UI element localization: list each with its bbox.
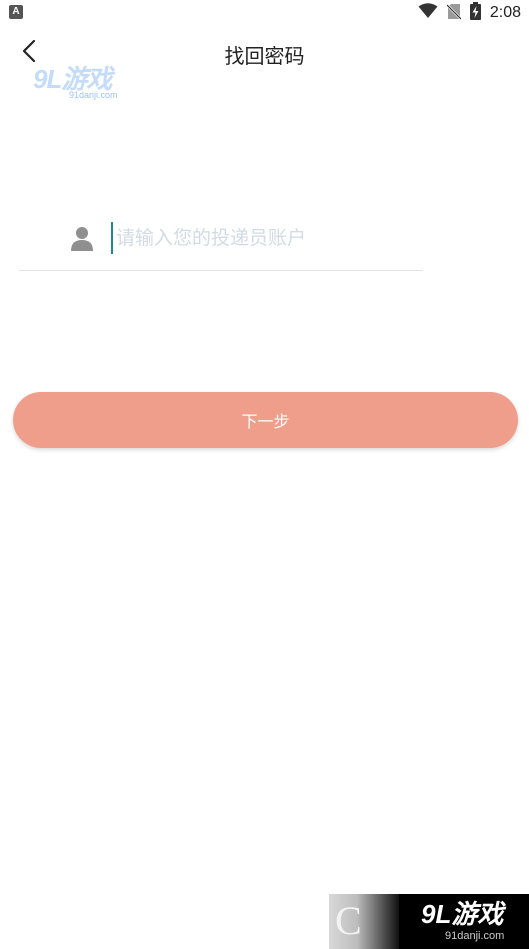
status-icons: 2:08 bbox=[418, 2, 521, 24]
watermark-bottom: C 9L游戏 91danji.com bbox=[329, 894, 529, 949]
account-input-row bbox=[19, 214, 423, 271]
status-bar: A 2:08 bbox=[0, 0, 529, 26]
watermark-badge-mark: C bbox=[335, 898, 362, 943]
account-input[interactable] bbox=[111, 222, 416, 254]
no-sim-icon bbox=[446, 3, 462, 24]
battery-charging-icon bbox=[469, 2, 481, 24]
watermark-logo: 9L游戏 bbox=[33, 64, 112, 94]
next-button[interactable]: 下一步 bbox=[13, 392, 518, 448]
app-notification-icon: A bbox=[9, 5, 23, 19]
watermark-badge: C bbox=[329, 894, 399, 949]
wifi-icon bbox=[418, 3, 438, 23]
watermark-bottom-logo: 9L游戏 bbox=[421, 899, 504, 929]
user-icon bbox=[71, 226, 93, 252]
status-time: 2:08 bbox=[489, 4, 521, 21]
watermark-top: 9L游戏 91danji.com bbox=[33, 66, 129, 102]
watermark-url: 91danji.com bbox=[69, 90, 118, 100]
watermark-bottom-url: 91danji.com bbox=[445, 930, 505, 942]
